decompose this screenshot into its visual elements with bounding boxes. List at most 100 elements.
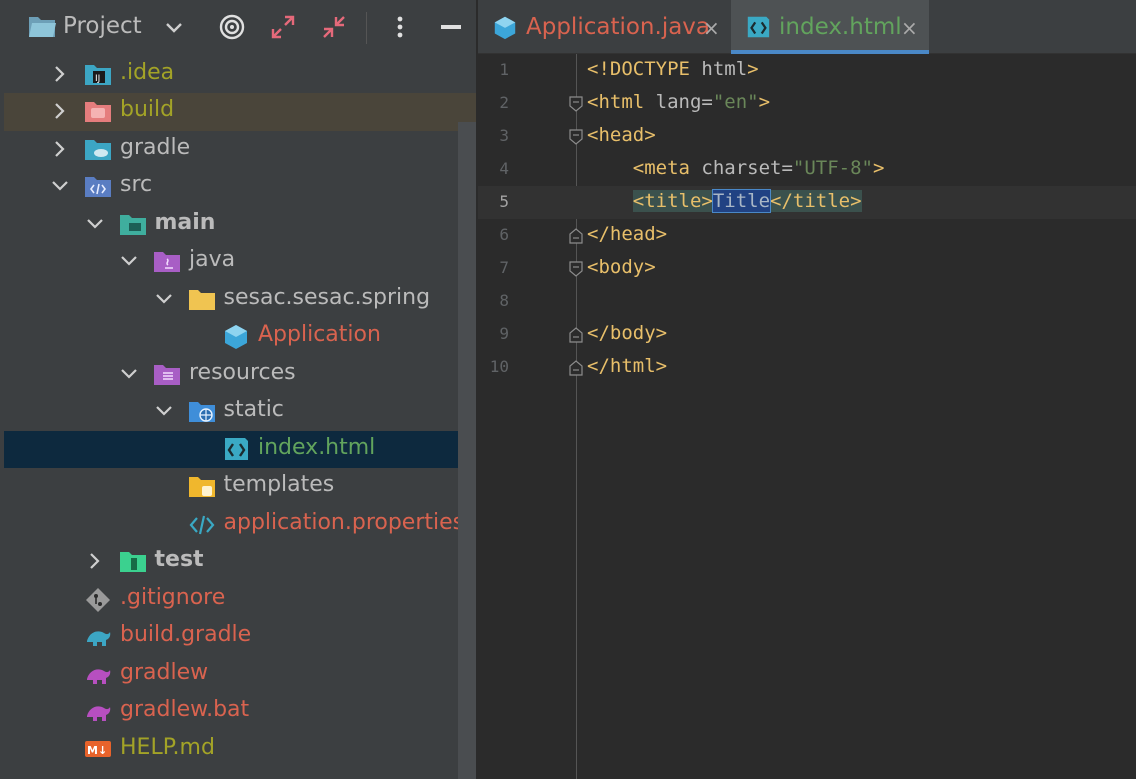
more-vertical-icon — [397, 16, 403, 38]
svg-text:IJ: IJ — [95, 74, 100, 84]
tree-item-sesac-sesac-spring[interactable]: sesac.sesac.spring — [4, 281, 476, 319]
fold-open-icon[interactable] — [569, 261, 583, 277]
markdown-icon: M↓ — [85, 740, 111, 757]
code-text: </html> — [587, 355, 667, 377]
code-token: <html — [587, 91, 656, 113]
tree-item-label: resources — [189, 359, 296, 385]
chevron-down-icon[interactable] — [163, 16, 185, 38]
tree-scrollbar[interactable] — [458, 122, 476, 779]
tree-item-test[interactable]: test — [4, 543, 476, 581]
line-number: 6 — [499, 225, 509, 244]
project-toolbar: Project — [0, 0, 476, 56]
chevron-down-icon[interactable] — [119, 364, 139, 384]
tree-item-help-md[interactable]: M↓ HELP.md — [4, 731, 476, 769]
source-folder-icon — [85, 177, 111, 197]
toolbar-separator — [366, 12, 367, 44]
code-line[interactable]: 3 <head> — [478, 120, 1136, 153]
code-line[interactable]: 1 <!DOCTYPE html> — [478, 54, 1136, 87]
fold-open-icon[interactable] — [569, 129, 583, 145]
project-pane-title[interactable]: Project — [63, 13, 142, 39]
code-line[interactable]: 4 <meta charset="UTF-8"> — [478, 153, 1136, 186]
tree-item-application[interactable]: Application — [4, 318, 476, 356]
hide-button[interactable] — [436, 12, 466, 42]
tree-item-label: templates — [223, 472, 335, 497]
tree-item-java[interactable]: java — [4, 243, 476, 281]
fold-end-icon[interactable] — [569, 360, 583, 376]
tree-item-label: build — [120, 97, 175, 122]
gradlew-icon — [87, 668, 111, 684]
line-number: 10 — [489, 357, 509, 376]
options-button[interactable] — [385, 12, 415, 42]
tree-item-build[interactable]: build — [4, 93, 476, 131]
chevron-right-icon[interactable] — [85, 551, 105, 571]
code-line[interactable]: 5 <title>Title</title> — [478, 186, 1136, 219]
tree-item-templates[interactable]: templates — [4, 468, 476, 506]
tree-item-label: gradle — [120, 134, 191, 160]
tree-item-idea[interactable]: IJ .idea — [4, 56, 476, 94]
code-text: <title>Title</title> — [587, 189, 862, 213]
chevron-down-icon[interactable] — [119, 251, 139, 271]
code-token: > — [758, 91, 771, 113]
chevron-down-icon[interactable] — [50, 176, 70, 196]
chevron-down-icon[interactable] — [85, 214, 105, 234]
close-icon[interactable]: × — [703, 16, 720, 40]
chevron-down-icon[interactable] — [154, 401, 174, 421]
code-token: </title> — [770, 190, 862, 212]
close-icon[interactable]: × — [901, 16, 918, 40]
collapse-icon — [323, 16, 345, 38]
expand-all-button[interactable] — [268, 12, 298, 42]
code-editor[interactable]: 1 <!DOCTYPE html> 2 <html lang="en"> 3 <head>… — [478, 54, 1136, 779]
idea-folder-icon: IJ — [85, 64, 111, 85]
tree-item-src[interactable]: src — [4, 168, 476, 206]
code-token: "en" — [712, 91, 759, 113]
tree-item-label: index.html — [258, 434, 376, 460]
tree-item-application-properties[interactable]: application.properties — [4, 506, 476, 544]
tree-item-gradle[interactable]: gradle — [4, 131, 476, 169]
code-line[interactable]: 6 </head> — [478, 219, 1136, 252]
code-text: <meta charset="UTF-8"> — [587, 157, 885, 179]
line-number: 7 — [499, 258, 509, 277]
html-file-icon — [747, 16, 770, 38]
gradle-file-icon — [87, 631, 111, 646]
tree-item-label: java — [189, 247, 236, 272]
code-line[interactable]: 9 </body> — [478, 318, 1136, 351]
chevron-right-icon[interactable] — [50, 139, 70, 159]
tab-application-java[interactable]: Application.java × — [478, 0, 731, 54]
web-folder-icon — [188, 402, 215, 422]
tree-item-label: .idea — [120, 59, 175, 85]
tree-item-main[interactable]: main — [4, 206, 476, 244]
fold-open-icon[interactable] — [569, 96, 583, 112]
collapse-all-button[interactable] — [319, 12, 349, 42]
code-token: html — [701, 58, 748, 80]
tree-item-label: src — [120, 172, 153, 197]
tree-item-index-html[interactable]: index.html — [4, 430, 476, 468]
chevron-right-icon[interactable] — [50, 64, 70, 84]
tree-item-gitignore[interactable]: .gitignore — [4, 581, 476, 619]
select-opened-file-button[interactable] — [217, 12, 247, 42]
fold-end-icon[interactable] — [569, 327, 583, 343]
code-token: lang= — [655, 91, 713, 113]
code-token: <head> — [587, 124, 656, 146]
code-token: > — [873, 157, 885, 179]
tree-item-gradlew[interactable]: gradlew — [4, 656, 476, 694]
tree-item-static[interactable]: static — [4, 393, 476, 431]
tree-item-gradlew-bat[interactable]: gradlew.bat — [4, 693, 476, 731]
code-token: </html> — [587, 355, 668, 377]
code-token: <title> — [632, 190, 713, 212]
templates-folder-icon — [188, 477, 215, 497]
line-number: 4 — [499, 159, 509, 178]
spring-class-icon — [225, 325, 247, 349]
chevron-right-icon[interactable] — [50, 101, 70, 121]
java-source-folder-icon — [154, 252, 180, 272]
code-text: <body> — [587, 256, 656, 278]
chevron-down-icon[interactable] — [154, 289, 174, 309]
code-line[interactable]: 7 <body> — [478, 252, 1136, 285]
tree-item-build-gradle[interactable]: build.gradle — [4, 618, 476, 656]
line-number: 3 — [499, 126, 509, 145]
code-line[interactable]: 8 — [478, 285, 1136, 318]
code-line[interactable]: 10 </html> — [478, 351, 1136, 384]
fold-end-icon[interactable] — [569, 228, 583, 244]
tab-index-html[interactable]: index.html × — [731, 0, 929, 54]
code-line[interactable]: 2 <html lang="en"> — [478, 87, 1136, 120]
tree-item-resources[interactable]: resources — [4, 356, 476, 394]
